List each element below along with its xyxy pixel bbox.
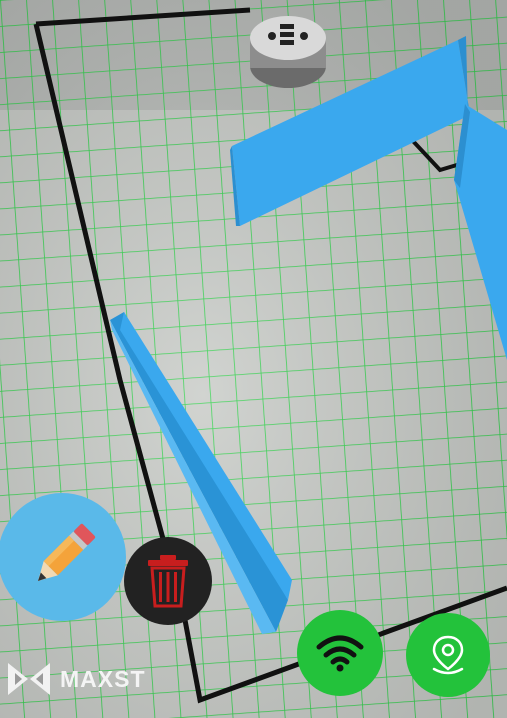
pencil-icon: [37, 523, 96, 582]
wifi-button[interactable]: [297, 610, 383, 696]
wifi-icon: [316, 635, 364, 672]
robot: [250, 16, 326, 88]
brand-name: MAXST: [60, 665, 146, 692]
location-button[interactable]: [406, 613, 490, 697]
maxst-logo-icon: [8, 663, 50, 695]
brand-logo: MAXST: [6, 658, 146, 700]
ar-camera-view[interactable]: MAXST: [0, 0, 507, 718]
trash-icon: [148, 555, 188, 608]
delete-button[interactable]: [124, 537, 212, 625]
location-pin-icon: [432, 635, 464, 675]
edit-button[interactable]: [0, 493, 126, 621]
